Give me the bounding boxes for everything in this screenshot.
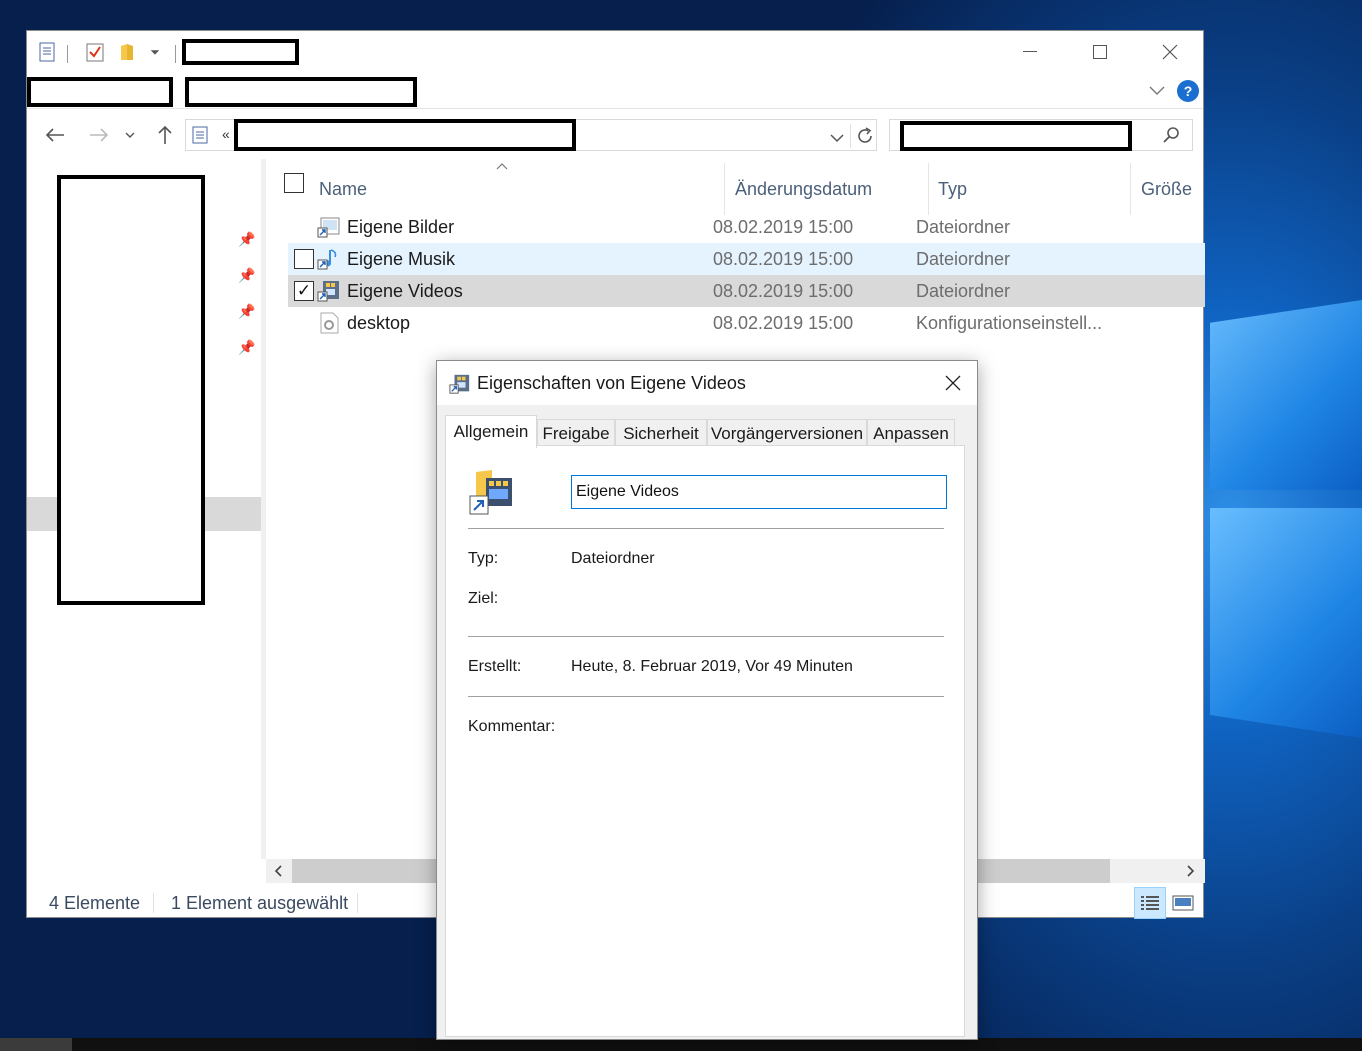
column-header-name[interactable]: Name — [319, 167, 367, 211]
created-value: Heute, 8. Februar 2019, Vor 49 Minuten — [571, 658, 853, 675]
column-header-size[interactable]: Größe — [1141, 167, 1192, 211]
search-placeholder-redacted[interactable] — [900, 121, 1132, 151]
file-name: Eigene Musik — [347, 248, 456, 269]
recent-locations-chevron-icon[interactable] — [121, 121, 139, 149]
forward-arrow-icon[interactable] — [85, 121, 113, 149]
settings-file-icon — [317, 307, 341, 339]
file-name: Eigene Bilder — [347, 216, 455, 237]
file-date: 08.02.2019 15:00 — [713, 280, 854, 301]
address-bar[interactable]: « — [185, 119, 877, 151]
ribbon-tab-redacted[interactable] — [27, 77, 173, 107]
properties-dialog: Eigenschaften von Eigene Videos Allgemei… — [436, 360, 978, 1040]
search-icon[interactable] — [1162, 126, 1180, 148]
scroll-left-arrow-icon[interactable] — [266, 859, 290, 883]
file-date: 08.02.2019 15:00 — [713, 312, 854, 333]
refresh-icon[interactable] — [854, 125, 876, 147]
location-icon — [192, 126, 208, 148]
properties-icon[interactable] — [37, 41, 57, 63]
pin-icon[interactable]: 📌 — [237, 301, 257, 321]
dialog-title-bar: Eigenschaften von Eigene Videos — [437, 361, 977, 405]
expand-ribbon-chevron-icon[interactable] — [1145, 79, 1169, 103]
column-header-date[interactable]: Änderungsdatum — [735, 167, 872, 211]
ribbon-tabs — [27, 75, 1203, 109]
tab-anpassen[interactable]: Anpassen — [867, 419, 955, 447]
start-button[interactable] — [0, 1038, 72, 1051]
selection-count: 1 Element ausgewählt — [171, 893, 349, 913]
item-count: 4 Elemente — [49, 893, 141, 913]
column-header-type[interactable]: Typ — [938, 167, 967, 211]
pin-icon[interactable]: 📌 — [237, 337, 257, 357]
address-path-redacted[interactable] — [234, 119, 576, 151]
customize-toolbar-dropdown-icon[interactable]: ⏷ — [145, 41, 165, 63]
address-dropdown-chevron-icon[interactable] — [830, 130, 844, 147]
navigation-bar: « — [27, 115, 1203, 155]
help-button[interactable]: ? — [1177, 80, 1199, 102]
row-checkbox-checked[interactable]: ✓ — [294, 281, 314, 301]
file-date: 08.02.2019 15:00 — [713, 216, 854, 237]
up-arrow-icon[interactable] — [151, 121, 179, 149]
target-label: Ziel: — [468, 590, 499, 607]
file-date: 08.02.2019 15:00 — [713, 248, 854, 269]
file-name: desktop — [347, 312, 411, 333]
ribbon-tab-redacted[interactable] — [185, 77, 417, 107]
navigation-tree-redacted[interactable] — [57, 175, 205, 605]
file-type: Dateiordner — [916, 216, 1011, 237]
tab-vorgaengerversionen[interactable]: Vorgängerversionen — [707, 419, 867, 447]
type-label: Typ: — [468, 550, 499, 567]
toolbar-divider — [175, 45, 176, 63]
divider — [468, 696, 944, 697]
videos-shortcut-large-icon — [468, 468, 514, 516]
file-type: Dateiordner — [916, 280, 1011, 301]
music-shortcut-icon — [317, 243, 341, 275]
tab-sicherheit[interactable]: Sicherheit — [615, 419, 707, 447]
comment-label: Kommentar: — [468, 718, 556, 735]
row-checkbox[interactable] — [294, 249, 314, 269]
checkmark-icon[interactable] — [85, 41, 105, 63]
maximize-button[interactable] — [1077, 37, 1123, 67]
created-label: Erstellt: — [468, 658, 522, 675]
toolbar-divider — [67, 45, 68, 63]
divider — [468, 528, 944, 529]
tab-allgemein[interactable]: Allgemein — [445, 415, 537, 448]
details-view-icon[interactable] — [1134, 887, 1166, 919]
general-tab-panel: Typ: Dateiordner Ziel: Erstellt: Heute, … — [445, 445, 965, 1037]
divider — [468, 636, 944, 637]
back-arrow-icon[interactable] — [41, 121, 69, 149]
file-type: Konfigurationseinstell... — [916, 312, 1103, 333]
windows-logo — [1200, 300, 1362, 740]
file-type: Dateiordner — [916, 248, 1011, 269]
window-title-redacted — [182, 39, 299, 65]
list-item[interactable]: Eigene Musik 08.02.2019 15:00 Dateiordne… — [288, 243, 1205, 275]
list-item[interactable]: ✓ Eigene Videos 08.02.2019 15:00 Dateior… — [288, 275, 1205, 307]
title-bar: ⏷ — [27, 31, 1203, 75]
dialog-title: Eigenschaften von Eigene Videos — [477, 373, 746, 393]
file-name: Eigene Videos — [347, 280, 463, 301]
videos-shortcut-icon — [317, 275, 341, 307]
close-button[interactable] — [1147, 37, 1193, 67]
pin-icon[interactable]: 📌 — [237, 265, 257, 285]
list-item[interactable]: desktop 08.02.2019 15:00 Konfigurationse… — [288, 307, 1205, 339]
list-item[interactable]: Eigene Bilder 08.02.2019 15:00 Dateiordn… — [288, 211, 1205, 243]
videos-shortcut-icon — [449, 373, 471, 395]
navigation-pane: 📌 📌 📌 📌 — [27, 159, 261, 859]
search-box[interactable] — [889, 119, 1193, 151]
pin-icon[interactable]: 📌 — [237, 229, 257, 249]
large-icons-view-icon[interactable] — [1167, 887, 1199, 919]
scroll-right-arrow-icon[interactable] — [1179, 859, 1203, 883]
minimize-button[interactable] — [1007, 37, 1053, 67]
new-folder-icon[interactable] — [117, 41, 137, 63]
type-value: Dateiordner — [571, 550, 655, 567]
folder-name-input[interactable] — [571, 475, 947, 509]
hidden-path-indicator[interactable]: « — [222, 126, 230, 142]
select-all-checkbox[interactable] — [284, 173, 304, 193]
dialog-close-button[interactable] — [933, 367, 973, 399]
sort-ascending-icon — [496, 157, 508, 174]
pictures-shortcut-icon — [317, 211, 341, 243]
tab-freigabe[interactable]: Freigabe — [537, 419, 615, 447]
